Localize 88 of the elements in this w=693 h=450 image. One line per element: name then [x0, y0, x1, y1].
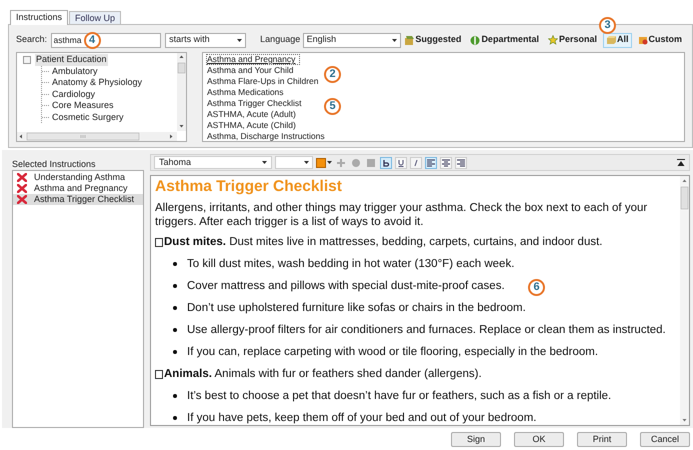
- align-left-icon: [427, 158, 435, 166]
- square-icon: [366, 158, 376, 168]
- dialog-button[interactable]: Cancel: [640, 432, 690, 447]
- collapse-icon: [677, 158, 685, 166]
- checkbox[interactable]: [155, 238, 163, 246]
- tree-item[interactable]: Cardiology: [52, 88, 96, 100]
- remove-icon: [17, 195, 27, 204]
- dialog-button[interactable]: Print: [577, 432, 627, 447]
- list-text: To kill dust mites, wash bedding in hot water (130°F) each week.: [187, 257, 514, 271]
- circle-icon: [351, 158, 361, 168]
- caret-icon: [262, 161, 267, 164]
- italic-button[interactable]: [410, 156, 422, 168]
- plus-icon: [336, 158, 346, 168]
- result-item[interactable]: Asthma and Your Child: [206, 65, 298, 76]
- caret-icon: [304, 161, 309, 164]
- tree-item[interactable]: Ambulatory: [52, 66, 98, 77]
- filter-button[interactable]: Custom: [634, 32, 685, 48]
- underline-icon: [397, 158, 405, 166]
- list-item[interactable]: Understanding Asthma: [13, 172, 143, 183]
- filter-button[interactable]: Suggested: [401, 32, 464, 48]
- search-field[interactable]: asthma 4: [50, 32, 162, 48]
- bullet-icon: [173, 350, 177, 354]
- swatch-icon: [316, 158, 326, 168]
- bullet-icon: [173, 284, 177, 288]
- align-center-button[interactable]: [440, 156, 452, 168]
- filter-button[interactable]: Departmental: [467, 32, 542, 48]
- result-item[interactable]: ASTHMA, Acute (Adult): [206, 109, 301, 120]
- callout-badge: 4: [84, 32, 101, 48]
- result-item[interactable]: Asthma, Discharge Instructions: [206, 131, 330, 142]
- align-right-button[interactable]: [455, 156, 467, 168]
- match-dropdown[interactable]: starts with: [165, 32, 246, 48]
- list-text: Don’t use upholstered furniture like sofas or chairs in the bedroom.: [187, 301, 526, 315]
- tab[interactable]: Instructions: [10, 10, 68, 25]
- bold-button[interactable]: [380, 156, 392, 168]
- tree-item[interactable]: Cosmetic Surgery: [52, 112, 124, 123]
- bullet-icon: [173, 262, 177, 266]
- result-item[interactable]: Asthma Trigger Checklist: [206, 98, 306, 109]
- italic-icon: [412, 158, 420, 166]
- bullet-icon: [173, 306, 177, 310]
- filter-button[interactable]: All: [602, 32, 632, 48]
- result-item[interactable]: Asthma Medications: [206, 87, 289, 98]
- list-text: If you have pets, keep them off of your bed and out of your bedroom.: [187, 411, 536, 425]
- align-right-icon: [457, 158, 465, 166]
- dialog-button[interactable]: Sign: [451, 432, 501, 447]
- language-label: Language: [260, 33, 302, 46]
- list-text: Use allergy-proof filters for air conditioners and furnaces. Replace or clean them as instructed.: [187, 323, 666, 337]
- list-item[interactable]: Asthma Trigger Checklist: [13, 194, 143, 205]
- bullet-icon: [173, 328, 177, 332]
- tree-item[interactable]: Patient Education: [35, 54, 108, 66]
- tree-item[interactable]: Core Measures: [52, 100, 114, 112]
- font-dropdown[interactable]: Tahoma: [154, 156, 272, 169]
- box-icon: [404, 35, 414, 45]
- search-input[interactable]: asthma: [52, 34, 84, 46]
- collapse-button[interactable]: [677, 158, 687, 168]
- result-item[interactable]: ASTHMA, Acute (Child): [206, 120, 301, 131]
- checkbox[interactable]: [155, 370, 163, 378]
- checkbox[interactable]: [23, 56, 31, 64]
- callout-badge: 3: [599, 17, 616, 34]
- paragraph: Animals. Animals with fur or feathers shed dander (allergens).: [164, 367, 482, 381]
- caret-icon: [327, 161, 332, 164]
- bullet-icon: [173, 394, 177, 398]
- bold-icon: [382, 158, 390, 166]
- paragraph: Allergens, irritants, and other things may trigger your asthma. Check the box next to each of your triggers. After each trigger is a list of ways to avoid it.: [155, 201, 648, 229]
- list-text: It’s best to choose a pet that doesn’t have fur or feathers, such as a fish or a reptile.: [187, 389, 612, 403]
- search-label: Search:: [16, 33, 48, 46]
- caret-icon: [392, 38, 398, 42]
- tab[interactable]: Follow Up: [69, 11, 122, 24]
- caret-icon: [237, 38, 242, 42]
- filter-button[interactable]: Personal: [544, 32, 600, 48]
- result-item[interactable]: Asthma Flare-Ups in Children: [206, 76, 324, 87]
- dialog-button[interactable]: OK: [514, 432, 564, 447]
- remove-icon: [17, 173, 27, 182]
- underline-button[interactable]: [395, 156, 407, 168]
- list-text: Cover mattress and pillows with special dust-mite-proof cases.: [187, 279, 505, 293]
- align-left-button[interactable]: [425, 156, 437, 168]
- star-icon: [548, 35, 558, 45]
- list-item[interactable]: Asthma and Pregnancy: [13, 183, 143, 194]
- paragraph: Dust mites. Dust mites live in mattresses, bedding, carpets, curtains, and indoor dust.: [164, 235, 602, 249]
- section-title: Selected Instructions: [12, 158, 97, 170]
- remove-icon: [17, 184, 27, 193]
- align-center-icon: [442, 158, 450, 166]
- tree-item[interactable]: Anatomy & Physiology: [52, 77, 142, 88]
- color-button[interactable]: [316, 156, 332, 169]
- list-text: If you can, replace carpeting with wood or tile flooring, especially in the bedroom.: [187, 345, 598, 359]
- language-dropdown[interactable]: English: [302, 32, 402, 48]
- result-item[interactable]: Asthma and Pregnancy: [206, 54, 300, 65]
- document-title: Asthma Trigger Checklist: [155, 178, 343, 196]
- bullet-icon: [173, 416, 177, 420]
